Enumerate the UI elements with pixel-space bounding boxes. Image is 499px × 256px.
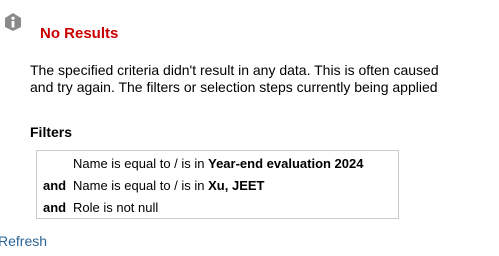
filter-conjunction: and bbox=[43, 178, 67, 193]
filter-row: Name is equal to / is in Year-end evalua… bbox=[43, 155, 363, 173]
filter-condition: Name is equal to / is in bbox=[73, 156, 209, 171]
filter-row: and Role is not null bbox=[43, 199, 158, 217]
filters-list: Name is equal to / is in Year-end evalua… bbox=[36, 150, 399, 219]
no-results-page: No Results The specified criteria didn't… bbox=[0, 0, 499, 256]
filter-value: Xu, JEET bbox=[208, 178, 265, 193]
message-line-1: The specified criteria didn't result in … bbox=[30, 62, 439, 78]
filter-conjunction: and bbox=[43, 200, 67, 215]
message-line-2: and try again. The filters or selection … bbox=[30, 79, 438, 95]
filter-condition: Name is equal to / is in bbox=[73, 178, 209, 193]
no-results-message: The specified criteria didn't result in … bbox=[30, 62, 499, 96]
info-icon bbox=[3, 12, 23, 32]
filters-heading: Filters bbox=[30, 124, 73, 140]
filter-row: and Name is equal to / is in Xu, JEET bbox=[43, 177, 264, 195]
filter-value: Year-end evaluation 2024 bbox=[208, 156, 364, 171]
no-results-title: No Results bbox=[40, 25, 119, 42]
filter-condition: Role is not null bbox=[73, 200, 159, 215]
refresh-link[interactable]: Refresh bbox=[0, 233, 47, 249]
